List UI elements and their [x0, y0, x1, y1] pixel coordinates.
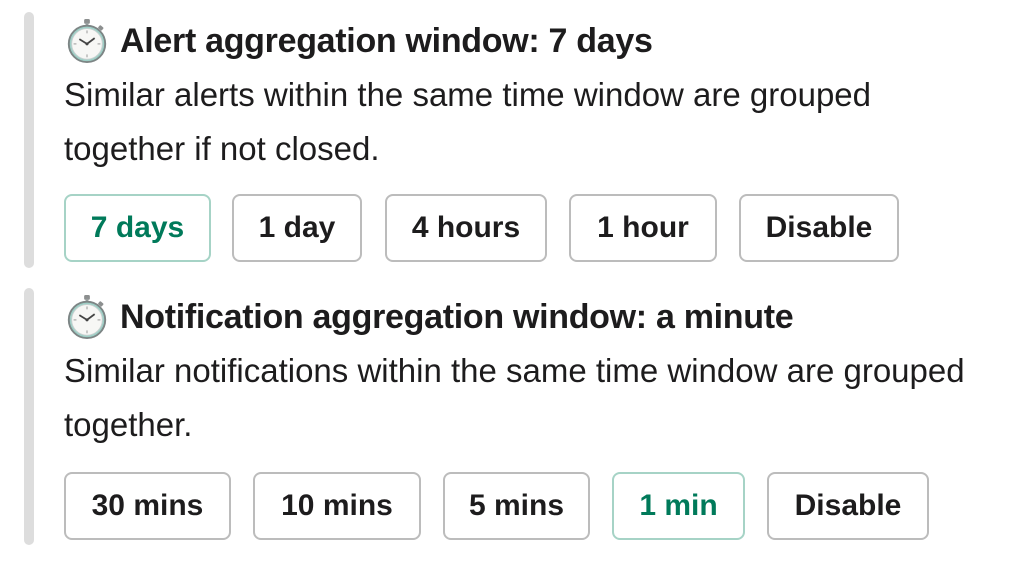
section-title-row: Notification aggregation window: a minut…: [64, 294, 794, 340]
alert-aggregation-section: Alert aggregation window: 7 days Similar…: [24, 12, 1014, 268]
option-30-mins-button[interactable]: 30 mins: [64, 472, 231, 540]
section-description: Similar alerts within the same time wind…: [64, 76, 872, 167]
section-title: Notification aggregation window: a minut…: [120, 297, 794, 336]
stopwatch-icon: [67, 18, 107, 64]
option-10-mins-button[interactable]: 10 mins: [253, 472, 421, 540]
section-title-row: Alert aggregation window: 7 days: [64, 18, 653, 64]
stopwatch-icon: [67, 294, 107, 340]
option-7-days-button[interactable]: 7 days: [64, 194, 211, 262]
option-1-min-button[interactable]: 1 min: [612, 472, 745, 540]
option-1-day-button[interactable]: 1 day: [232, 194, 362, 262]
option-disable-button[interactable]: Disable: [767, 472, 929, 540]
option-disable-button[interactable]: Disable: [739, 194, 899, 262]
option-1-hour-button[interactable]: 1 hour: [569, 194, 717, 262]
section-description: Similar notifications within the same ti…: [64, 352, 965, 443]
section-content: Alert aggregation window: 7 days Similar…: [64, 12, 1014, 268]
option-5-mins-button[interactable]: 5 mins: [443, 472, 590, 540]
notification-aggregation-section: Notification aggregation window: a minut…: [24, 288, 1014, 545]
option-4-hours-button[interactable]: 4 hours: [385, 194, 547, 262]
section-title: Alert aggregation window: 7 days: [120, 21, 653, 60]
section-side-bar: [24, 12, 34, 268]
section-side-bar: [24, 288, 34, 545]
section-content: Notification aggregation window: a minut…: [64, 288, 1014, 545]
